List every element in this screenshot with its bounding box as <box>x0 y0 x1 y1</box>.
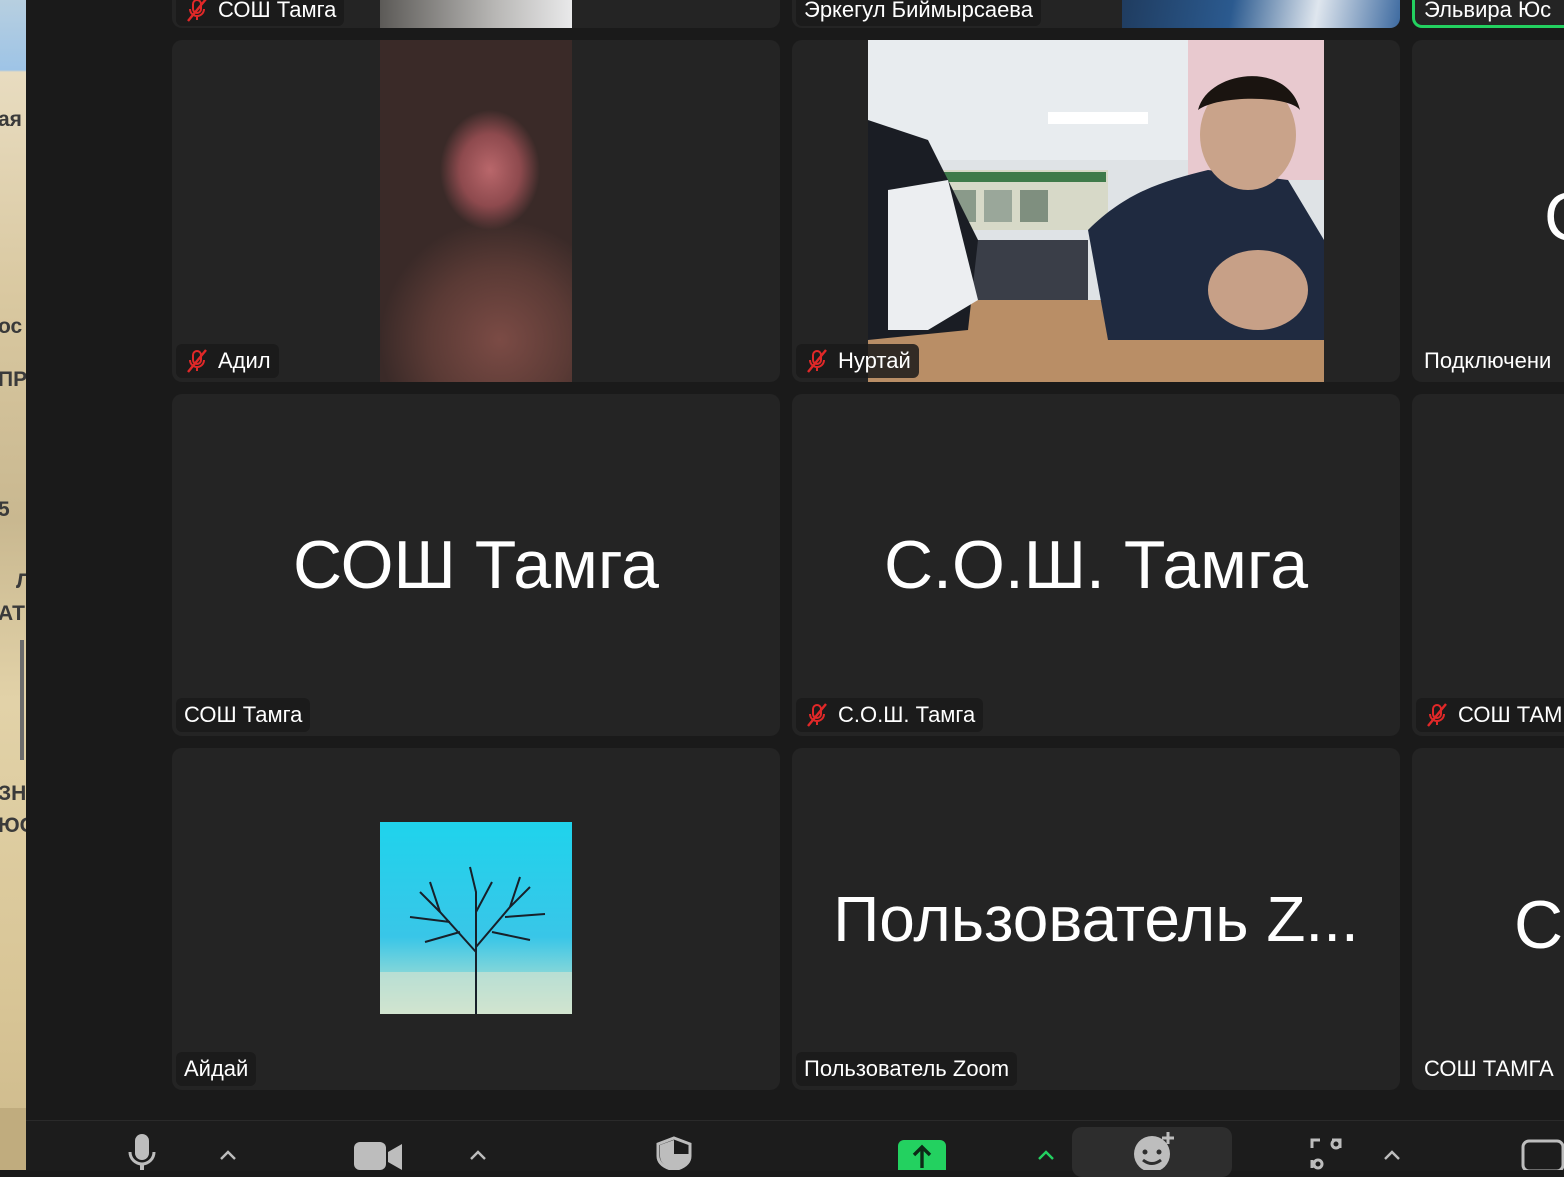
participant-name-tag: Пользователь Zoom <box>796 1052 1018 1086</box>
participant-display-name: СОШ Тамга <box>293 527 659 603</box>
participant-video <box>868 40 1324 382</box>
video-tile[interactable]: СОШ Тамга СОШ Тамга <box>172 394 780 736</box>
desktop-text-fragment: ая <box>0 108 22 131</box>
participant-name-tag: Нуртай <box>796 344 919 378</box>
chevron-up-icon[interactable] <box>1036 1148 1056 1162</box>
participant-name: Эльвира Юс <box>1424 0 1552 22</box>
participant-name-tag: СОШ ТАМГА <box>1416 1052 1562 1086</box>
chat-icon[interactable] <box>1520 1138 1564 1170</box>
participant-name-tag: Эркегул Биймырсаева <box>796 0 1041 26</box>
video-tile[interactable]: С Подключени <box>1412 40 1564 382</box>
participant-name-tag: СОШ ТАМ <box>1416 698 1564 732</box>
microphone-icon[interactable] <box>126 1132 158 1170</box>
arrow-up-icon <box>912 1144 932 1168</box>
participant-initials: С <box>1544 178 1564 256</box>
tree-picture <box>380 822 572 1014</box>
classroom-video-frame <box>868 40 1324 382</box>
participant-name: Нуртай <box>838 348 911 373</box>
participant-display-name: С.О.Ш. Тамга <box>883 527 1309 603</box>
participant-name-tag: СОШ Тамга <box>176 0 345 26</box>
video-tile[interactable]: Пользователь Z... Пользователь Zoom <box>792 748 1400 1090</box>
participant-name: СОШ Тамга <box>184 702 303 727</box>
desktop-text-fragment: АТ <box>0 602 25 625</box>
participant-name-tag: Адил <box>176 344 279 378</box>
participant-name-tag: Эльвира Юс <box>1416 0 1559 26</box>
participant-initials: С <box>1514 887 1564 963</box>
video-tile[interactable]: С СОШ ТАМГА <box>1412 748 1564 1090</box>
video-tile[interactable]: С.О.Ш. Тамга С.О.Ш. Тамга <box>792 394 1400 736</box>
reactions-icon[interactable] <box>1130 1130 1178 1170</box>
desktop-decoration <box>20 640 24 760</box>
participant-name: Адил <box>218 348 271 373</box>
participant-video <box>380 40 572 382</box>
share-screen-icon[interactable] <box>898 1140 946 1170</box>
desktop-decoration <box>0 1108 26 1170</box>
participant-name-tag: СОШ Тамга <box>176 698 311 732</box>
participant-name: Эркегул Биймырсаева <box>804 0 1033 22</box>
mic-muted-icon <box>187 0 207 22</box>
security-shield-icon[interactable] <box>654 1136 694 1170</box>
video-tile[interactable]: Адил <box>172 40 780 382</box>
video-camera-icon[interactable] <box>352 1140 404 1170</box>
desktop-background: ая ос ПР 5 Л АТ ЗН ЮО <box>0 0 26 1170</box>
participant-name-tag: Айдай <box>176 1052 257 1086</box>
mic-muted-icon <box>1427 703 1447 727</box>
desktop-text-fragment: ЮО <box>0 814 26 837</box>
video-tile[interactable]: СОШ Тамга <box>172 0 780 28</box>
mic-muted-icon <box>187 349 207 373</box>
video-tile[interactable]: Айдай <box>172 748 780 1090</box>
participant-name: С.О.Ш. Тамга <box>838 702 976 727</box>
chevron-up-icon[interactable] <box>218 1148 238 1162</box>
video-tile[interactable]: Эркегул Биймырсаева <box>792 0 1400 28</box>
participant-display-name: Пользователь Z... <box>833 883 1359 955</box>
chevron-up-icon[interactable] <box>1382 1148 1402 1162</box>
desktop-text-fragment: ос <box>0 315 23 338</box>
chevron-up-icon[interactable] <box>468 1148 488 1162</box>
video-tile[interactable]: Нуртай <box>792 40 1400 382</box>
desktop-text-fragment: Л <box>16 570 26 593</box>
participant-name: СОШ Тамга <box>218 0 337 22</box>
participant-video <box>1122 0 1400 28</box>
video-tile-active-speaker[interactable]: Эльвира Юс <box>1412 0 1564 28</box>
participant-name: Пользователь Zoom <box>804 1056 1010 1081</box>
apps-icon[interactable] <box>1308 1136 1344 1170</box>
mic-muted-icon <box>807 349 827 373</box>
desktop-text-fragment: ЗН <box>0 782 26 805</box>
participant-profile-picture <box>380 822 572 1014</box>
desktop-text-fragment: 5 <box>0 498 10 521</box>
participant-name: Айдай <box>184 1056 249 1081</box>
participant-video <box>380 0 572 28</box>
desktop-text-fragment: ПР <box>0 368 26 391</box>
mic-muted-icon <box>807 703 827 727</box>
participant-name: СОШ ТАМГА <box>1424 1056 1554 1081</box>
participant-name: Подключени <box>1424 348 1552 373</box>
participant-name-tag: Подключени <box>1416 344 1559 378</box>
participant-name: СОШ ТАМ <box>1458 702 1563 727</box>
video-tile[interactable]: СОШ ТАМ <box>1412 394 1564 736</box>
participant-name-tag: С.О.Ш. Тамга <box>796 698 984 732</box>
